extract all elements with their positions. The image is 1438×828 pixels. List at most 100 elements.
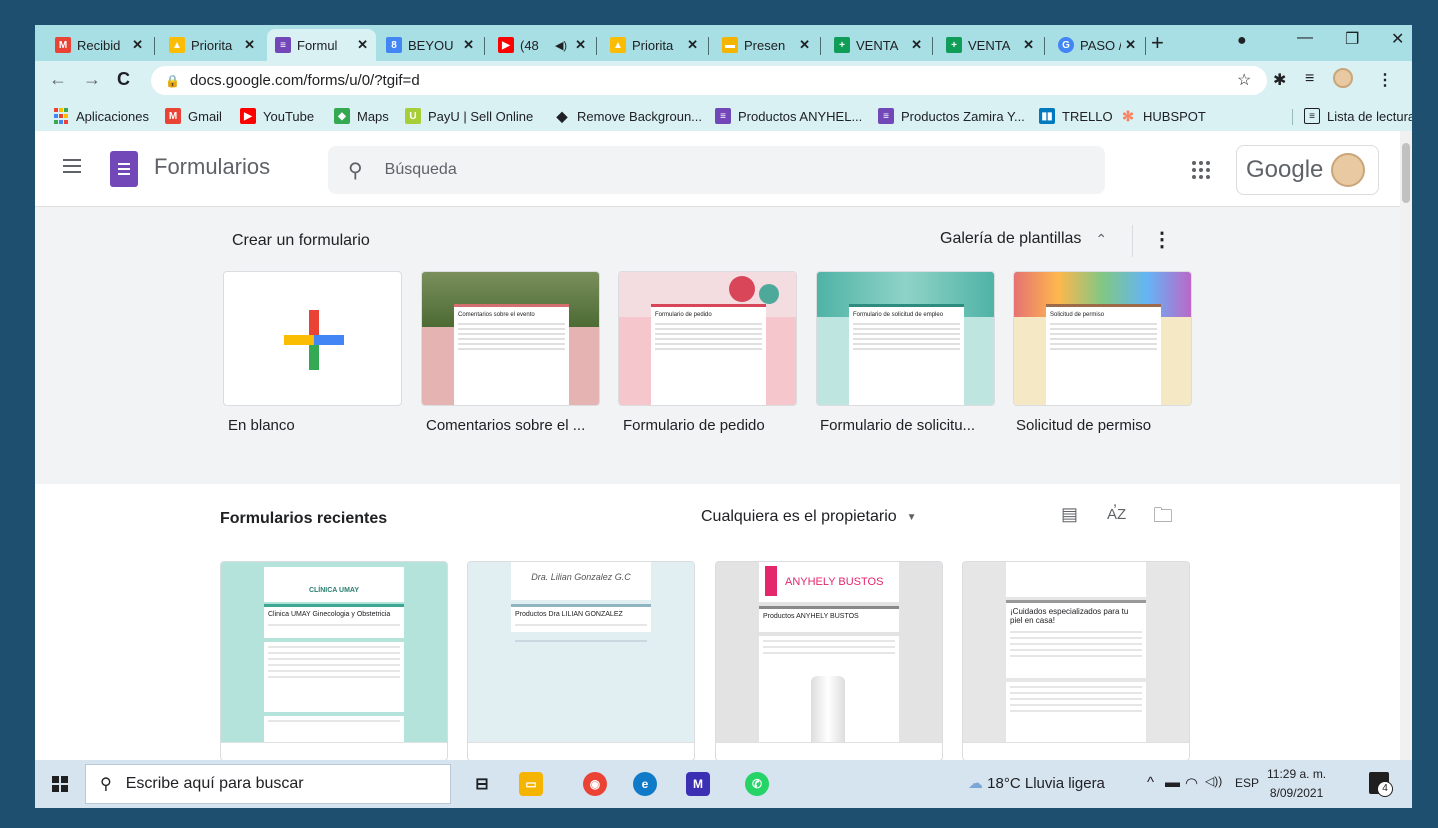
profile-dot-icon[interactable]: ● <box>1237 32 1247 50</box>
new-tab-button[interactable]: + <box>1151 30 1164 56</box>
close-icon[interactable]: ✕ <box>911 37 922 53</box>
tab-calendar[interactable]: 8 BEYOU ✕ <box>378 29 482 61</box>
bookmark-youtube[interactable]: ▶ YouTube <box>240 108 314 124</box>
trello-icon: ▮▮ <box>1039 108 1055 124</box>
app-title[interactable]: Formularios <box>154 154 270 180</box>
forms-header: Formularios ⚲ Búsqueda Google <box>35 131 1400 207</box>
bookmark-hubspot[interactable]: ✻ HUBSPOT <box>1120 108 1206 124</box>
chevron-down-icon: ▼ <box>906 511 917 523</box>
clock[interactable]: 11:29 a. m. 8/09/2021 <box>1267 765 1326 803</box>
task-view-icon[interactable]: ⊟ <box>470 772 494 796</box>
template-permission[interactable]: Solicitud de permiso <box>1013 271 1192 406</box>
recent-form-card[interactable]: ¡Cuidados especializados para tu piel en… <box>962 561 1190 761</box>
app-m-icon[interactable]: M <box>686 772 710 796</box>
bookmark-productos-zamira[interactable]: ≡ Productos Zamira Y... <box>878 108 1025 124</box>
template-order-form[interactable]: Formulario de pedido <box>618 271 797 406</box>
tab-drive-2[interactable]: ▲ Priorita ✕ <box>602 29 706 61</box>
template-job-application[interactable]: Formulario de solicitud de empleo <box>816 271 995 406</box>
tab-strip: M Recibid ✕ ▲ Priorita ✕ ≡ Formul ✕ 8 BE… <box>35 25 1412 61</box>
recent-form-card[interactable]: ANYHELY BUSTOS Productos ANYHELY BUSTOS <box>715 561 943 761</box>
close-icon[interactable]: ✕ <box>799 37 810 53</box>
folder-icon[interactable]: 🗀 <box>1153 501 1173 535</box>
sort-az-icon[interactable]: A̕Z <box>1107 506 1126 523</box>
reload-icon[interactable]: C <box>117 69 130 90</box>
volume-icon[interactable]: ◁)) <box>1205 774 1222 788</box>
tab-youtube[interactable]: ▶ (48 ◀) ✕ <box>490 29 594 61</box>
screen: M Recibid ✕ ▲ Priorita ✕ ≡ Formul ✕ 8 BE… <box>35 25 1412 808</box>
tab-gmail[interactable]: M Recibid ✕ <box>47 29 151 61</box>
bookmark-apps[interactable]: Aplicaciones <box>53 108 149 124</box>
bookmark-productos-anyhel[interactable]: ≡ Productos ANYHEL... <box>715 108 862 124</box>
more-options-icon[interactable]: ⋮ <box>1152 227 1172 252</box>
speaker-icon[interactable]: ◀) <box>555 39 567 52</box>
reading-list[interactable]: ≡ Lista de lectura <box>1304 108 1412 124</box>
close-icon[interactable]: ✕ <box>132 37 143 53</box>
battery-icon[interactable]: ▬ <box>1165 774 1180 791</box>
search-icon: ⚲ <box>100 776 112 793</box>
taskbar-search-input[interactable]: ⚲ Escribe aquí para buscar <box>85 764 451 804</box>
close-icon[interactable]: ✕ <box>1023 37 1034 53</box>
list-view-icon[interactable]: ▤ <box>1061 504 1078 525</box>
bookmark-gmail[interactable]: M Gmail <box>165 108 222 124</box>
sheets-icon: + <box>946 37 962 53</box>
profile-avatar[interactable] <box>1333 68 1353 93</box>
bookmark-trello[interactable]: ▮▮ TRELLO <box>1039 108 1113 124</box>
close-icon[interactable]: ✕ <box>687 37 698 53</box>
google-apps-icon[interactable] <box>1192 161 1210 179</box>
tab-google[interactable]: G PASO / ✕ <box>1050 29 1144 61</box>
drive-icon: ▲ <box>169 37 185 53</box>
close-icon[interactable]: ✕ <box>1125 37 1136 53</box>
slides-icon: ▬ <box>722 37 738 53</box>
search-input[interactable]: ⚲ Búsqueda <box>328 146 1105 194</box>
forms-icon: ≡ <box>275 37 291 53</box>
forms-icon: ≡ <box>878 108 894 124</box>
template-gallery-button[interactable]: Galería de plantillas ⌃ <box>940 230 1107 248</box>
tab-forms[interactable]: ≡ Formul ✕ <box>267 29 376 61</box>
tab-slides[interactable]: ▬ Presen ✕ <box>714 29 818 61</box>
close-window-icon[interactable]: ✕ <box>1391 29 1404 49</box>
edge-icon[interactable]: e <box>633 772 657 796</box>
recent-forms-section: Formularios recientes Cualquiera es el p… <box>35 484 1400 784</box>
language-indicator[interactable]: ESP <box>1235 776 1259 790</box>
wifi-icon[interactable]: ◠ <box>1185 774 1198 792</box>
extensions-icon[interactable]: ✱ <box>1273 70 1286 90</box>
recent-form-card[interactable]: CLÍNICA UMAY Clinica UMAY Ginecologia y … <box>220 561 448 761</box>
forward-icon[interactable]: → <box>83 69 101 90</box>
browser-menu-icon[interactable]: ⋮ <box>1377 70 1393 90</box>
close-icon[interactable]: ✕ <box>575 37 586 53</box>
tab-drive-1[interactable]: ▲ Priorita ✕ <box>161 29 263 61</box>
show-hidden-icons[interactable]: ^ <box>1147 774 1154 791</box>
windows-start-icon[interactable] <box>52 776 68 792</box>
template-event-feedback[interactable]: Comentarios sobre el evento <box>421 271 600 406</box>
back-icon[interactable]: ← <box>49 69 67 90</box>
owner-filter-dropdown[interactable]: Cualquiera es el propietario ▼ <box>701 508 917 526</box>
template-blank[interactable] <box>223 271 402 406</box>
tab-sheets-1[interactable]: + VENTA ✕ <box>826 29 930 61</box>
plus-icon <box>284 310 344 370</box>
tab-sheets-2[interactable]: + VENTA ✕ <box>938 29 1042 61</box>
address-bar[interactable]: 🔒 docs.google.com/forms/u/0/?tgif=d <box>151 66 1267 95</box>
notifications-icon[interactable]: 4 <box>1369 772 1393 797</box>
bookmark-remove-bg[interactable]: ◆ Remove Backgroun... <box>554 108 702 124</box>
media-icon[interactable]: ≡ <box>1305 70 1314 88</box>
page-scrollbar[interactable] <box>1400 131 1412 784</box>
google-icon: G <box>1058 37 1074 53</box>
close-icon[interactable]: ✕ <box>357 37 368 53</box>
chrome-icon[interactable]: ◉ <box>583 772 607 796</box>
file-explorer-icon[interactable]: ▭ <box>519 772 543 796</box>
cloud-rain-icon: ☁ <box>968 775 983 792</box>
bookmark-star-icon[interactable]: ☆ <box>1237 70 1251 90</box>
template-name: Comentarios sobre el ... <box>426 417 586 434</box>
close-icon[interactable]: ✕ <box>244 37 255 53</box>
template-name: En blanco <box>228 417 295 434</box>
recent-form-card[interactable]: Dra. Lilian Gonzalez G.C Productos Dra L… <box>467 561 695 761</box>
close-icon[interactable]: ✕ <box>463 37 474 53</box>
google-account-button[interactable]: Google <box>1236 145 1379 195</box>
bookmark-payu[interactable]: U PayU | Sell Online <box>405 108 533 124</box>
restore-icon[interactable]: ❐ <box>1345 29 1359 49</box>
whatsapp-icon[interactable]: ✆ <box>745 772 769 796</box>
weather-widget[interactable]: ☁ 18°C Lluvia ligera <box>968 774 1105 792</box>
minimize-icon[interactable]: — <box>1297 29 1313 47</box>
bookmark-maps[interactable]: ◆ Maps <box>334 108 389 124</box>
main-menu-icon[interactable] <box>63 159 81 177</box>
